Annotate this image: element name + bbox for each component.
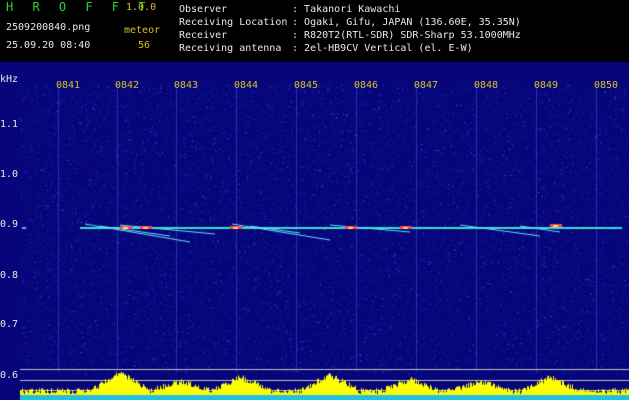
time-tick: 0847 — [414, 80, 439, 91]
freq-tick: 1.1 — [0, 119, 19, 130]
station-values: : Takanori Kawachi : Ogaki, Gifu, JAPAN … — [292, 4, 521, 54]
time-tick: 0846 — [354, 80, 379, 91]
freq-tick: 0.8 — [0, 270, 19, 281]
time-tick: 0844 — [234, 80, 259, 91]
time-tick: 0842 — [115, 80, 140, 91]
freq-tick: 0.7 — [0, 319, 19, 330]
spectrogram[interactable] — [0, 62, 629, 400]
observer-value: Takanori Kawachi — [304, 4, 401, 15]
time-tick: 0841 — [56, 80, 81, 91]
time-tick: 0843 — [174, 80, 199, 91]
date-time: 25.09.20 08:40 — [6, 40, 91, 51]
app-version: 1.0.0 — [126, 2, 157, 13]
freq-tick: 1.0 — [0, 169, 19, 180]
time-tick: 0849 — [534, 80, 559, 91]
freq-tick: 0.9 — [0, 219, 19, 230]
file-name: 2509200840.png — [6, 22, 91, 33]
observer-label: Observer — [179, 4, 228, 15]
time-tick: 0850 — [594, 80, 619, 91]
receiver-value: R820T2(RTL-SDR) SDR-Sharp 53.1000MHz — [304, 30, 521, 41]
time-tick: 0845 — [294, 80, 319, 91]
freq-tick: 0.6 — [0, 370, 19, 381]
meteor-label: meteor — [124, 25, 161, 36]
unit-label: kHz — [0, 74, 19, 85]
meteor-count: 56 — [138, 40, 151, 51]
location-value: Ogaki, Gifu, JAPAN (136.60E, 35.35N) — [304, 17, 521, 28]
time-tick: 0848 — [474, 80, 499, 91]
receiver-label: Receiver — [179, 30, 228, 41]
antenna-value: 2el-HB9CV Vertical (el. E-W) — [304, 43, 473, 54]
header-panel: H R O F F T 1.0.0 2509200840.png 25.09.2… — [0, 0, 629, 62]
antenna-label: Receiving antenna — [179, 43, 282, 54]
location-label: Receiving Location — [179, 17, 288, 28]
station-info: Observer Receiving Location Receiver Rec… — [179, 3, 287, 55]
